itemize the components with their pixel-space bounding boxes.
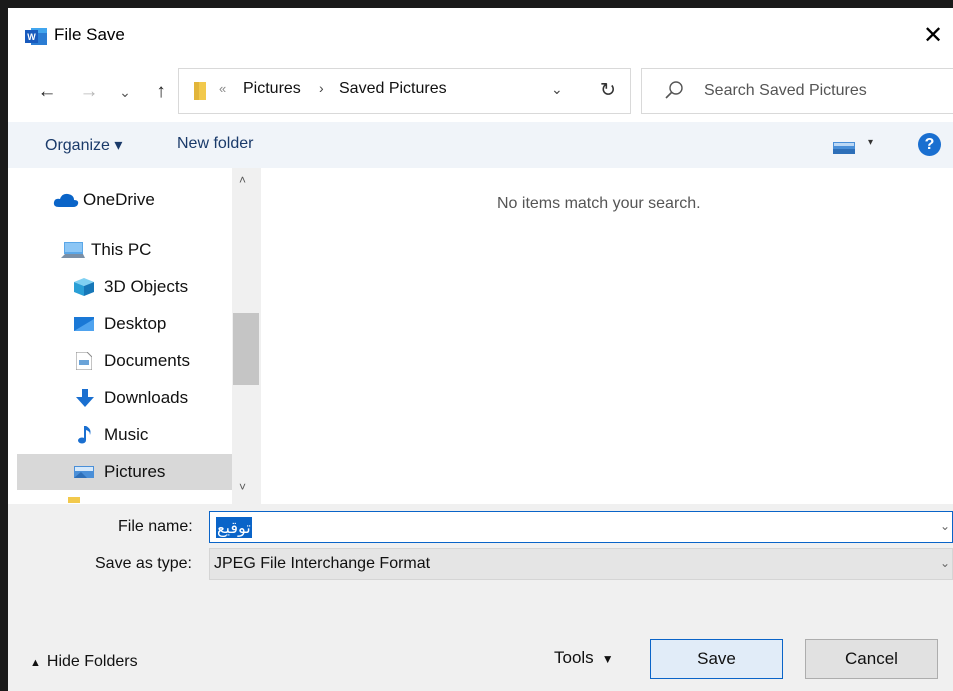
save-as-type-label: Save as type:: [95, 555, 192, 572]
caret-up-icon: ▲: [30, 657, 41, 669]
tree-item-pictures[interactable]: Pictures: [17, 454, 232, 490]
help-icon[interactable]: ?: [918, 133, 941, 156]
scroll-down-icon[interactable]: ˅: [239, 480, 246, 494]
address-bar[interactable]: « Pictures › Saved Pictures ⌄: [178, 68, 606, 114]
refresh-button[interactable]: ↻: [586, 68, 631, 114]
word-icon: W: [25, 28, 47, 45]
tools-dropdown-icon: ▼: [601, 652, 614, 666]
tree-item-documents[interactable]: Documents: [17, 343, 232, 379]
save-as-type-select[interactable]: JPEG File Interchange Format ⌄: [209, 548, 953, 580]
search-input[interactable]: [704, 79, 944, 103]
breadcrumb-saved-pictures[interactable]: Saved Pictures: [339, 80, 447, 98]
file-list-pane[interactable]: No items match your search.: [261, 168, 953, 504]
navigation-pane: OneDrive This PC 3D Objects Desktop Docu…: [8, 168, 260, 504]
scrollbar-thumb[interactable]: [233, 313, 259, 385]
file-name-field[interactable]: توقيع ⌄: [209, 511, 953, 543]
view-dropdown-icon[interactable]: ▾: [868, 137, 873, 148]
scroll-up-icon[interactable]: ˄: [239, 173, 246, 187]
file-name-dropdown-icon[interactable]: ⌄: [940, 519, 950, 533]
tree-label: OneDrive: [83, 190, 155, 209]
breadcrumb-separator-icon[interactable]: ›: [319, 80, 324, 96]
new-folder-button[interactable]: New folder: [177, 135, 253, 153]
tree-label: 3D Objects: [104, 277, 189, 296]
tree-label: Pictures: [104, 462, 166, 481]
back-arrow-icon[interactable]: ←: [34, 79, 60, 105]
svg-text:W: W: [27, 32, 36, 42]
download-icon: [76, 389, 94, 407]
search-box[interactable]: [641, 68, 953, 114]
tree-label: Music: [104, 425, 149, 444]
cube-icon: [74, 278, 94, 296]
tree-item-music[interactable]: Music: [17, 417, 232, 453]
picture-icon: [74, 466, 94, 478]
music-note-icon: [78, 426, 91, 444]
breadcrumb-overflow-icon[interactable]: «: [219, 81, 226, 96]
breadcrumb-pictures[interactable]: Pictures: [243, 80, 301, 98]
tree-item-this-pc[interactable]: This PC: [17, 232, 232, 268]
desktop-icon: [74, 317, 94, 331]
forward-arrow-icon[interactable]: →: [78, 79, 100, 105]
recent-locations-chevron-icon[interactable]: ⌄: [116, 79, 134, 105]
computer-icon: [61, 242, 85, 258]
empty-results-message: No items match your search.: [497, 195, 701, 212]
folder-icon: [68, 497, 80, 503]
save-as-type-dropdown-icon[interactable]: ⌄: [940, 556, 950, 570]
file-name-label: File name:: [118, 518, 193, 535]
cancel-button[interactable]: Cancel: [805, 639, 938, 679]
hide-folders-label: Hide Folders: [46, 653, 138, 670]
close-icon[interactable]: ✕: [923, 16, 953, 56]
tree-label: This PC: [91, 240, 152, 259]
tree-label: Desktop: [104, 314, 167, 333]
window-title: File Save: [54, 25, 125, 44]
up-arrow-icon[interactable]: ↑: [150, 79, 172, 105]
view-mode-icon[interactable]: [833, 142, 855, 154]
file-name-selected-text[interactable]: توقيع: [216, 517, 252, 538]
title-bar: W File Save ✕: [8, 8, 953, 62]
tree-item-downloads[interactable]: Downloads: [17, 380, 232, 416]
tools-button[interactable]: Tools ▼: [554, 648, 614, 668]
tree-item-3d-objects[interactable]: 3D Objects: [17, 269, 232, 305]
file-save-dialog: W File Save ✕ ← → ⌄ ↑ « Pictures › Saved…: [8, 8, 953, 691]
command-toolbar: Organize ▾ New folder ▾ ?: [8, 122, 953, 168]
tree-label: Documents: [104, 351, 190, 370]
save-as-type-value: JPEG File Interchange Format: [214, 555, 431, 572]
hide-folders-button[interactable]: ▲ Hide Folders: [30, 653, 138, 671]
tree-label: Downloads: [104, 388, 189, 407]
tree-item-desktop[interactable]: Desktop: [17, 306, 232, 342]
tree-item-onedrive[interactable]: OneDrive: [17, 182, 232, 218]
tools-label: Tools: [554, 648, 594, 667]
tree-scrollbar[interactable]: ˄ ˅: [232, 168, 260, 504]
address-dropdown-icon[interactable]: ⌄: [551, 81, 563, 98]
save-button[interactable]: Save: [650, 639, 783, 679]
document-icon: [76, 352, 92, 370]
cloud-icon: [53, 193, 79, 207]
search-icon: [665, 81, 683, 99]
refresh-icon: ↻: [600, 80, 616, 101]
organize-button[interactable]: Organize ▾: [45, 135, 122, 155]
folder-icon: [194, 82, 206, 100]
address-row: ← → ⌄ ↑ « Pictures › Saved Pictures ⌄ ↻: [8, 62, 953, 122]
